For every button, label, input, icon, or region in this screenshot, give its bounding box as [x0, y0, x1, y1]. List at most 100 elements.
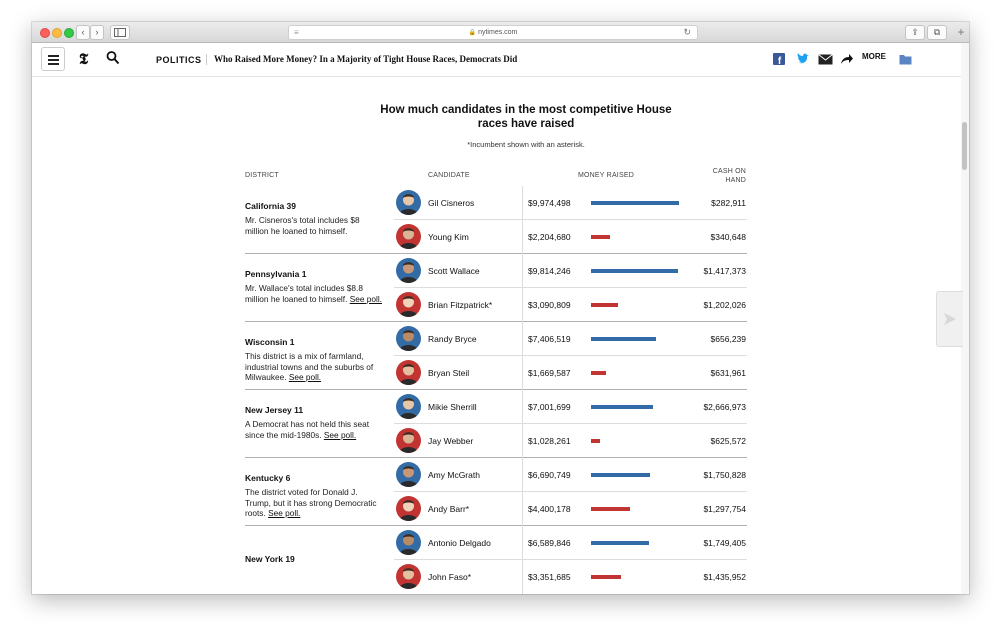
lock-icon: 🔒	[468, 30, 477, 36]
section-label[interactable]: POLITICS	[156, 55, 202, 65]
tabs-overview-button[interactable]: ⧉	[927, 25, 947, 40]
candidate-name: Jay Webber	[428, 436, 474, 446]
cash-on-hand-value: $1,202,026	[703, 300, 746, 310]
graphic-title: How much candidates in the most competit…	[380, 104, 672, 130]
district-description: This district is a mix of farmland, indu…	[245, 351, 385, 383]
cash-on-hand-value: $2,666,973	[703, 402, 746, 412]
scrollbar-thumb[interactable]	[962, 122, 967, 170]
portrait-icon	[399, 364, 418, 385]
save-folder-icon[interactable]	[899, 52, 912, 66]
district-name: Kentucky 6	[245, 473, 291, 483]
reader-icon[interactable]: ≡	[294, 26, 299, 39]
candidate-name: Bryan Steil	[428, 368, 470, 378]
sidebar-icon	[114, 28, 126, 37]
menu-button[interactable]	[41, 47, 65, 71]
money-raised-value: $7,001,699	[528, 402, 571, 412]
candidate-divider	[394, 423, 747, 424]
candidate-photo	[396, 496, 421, 521]
email-icon[interactable]	[818, 52, 833, 66]
twitter-icon[interactable]	[796, 52, 810, 66]
see-poll-link[interactable]: See poll.	[350, 294, 382, 304]
cash-on-hand-value: $625,572	[710, 436, 746, 446]
democrat-money-bar	[591, 473, 650, 477]
minimize-window-button[interactable]	[52, 28, 62, 38]
candidate-photo	[396, 190, 421, 215]
candidate-name: Antonio Delgado	[428, 538, 491, 548]
sidebar-button[interactable]	[110, 25, 130, 40]
tabs-icon: ⧉	[933, 27, 941, 37]
candidate-photo	[396, 224, 421, 249]
race-divider	[245, 389, 747, 390]
portrait-icon	[399, 330, 418, 351]
reload-icon[interactable]: ↻	[683, 26, 691, 39]
cash-on-hand-value: $340,648	[710, 232, 746, 242]
share-icon: ⇪	[911, 27, 919, 37]
candidate-name: Andy Barr*	[428, 504, 470, 514]
portrait-icon	[399, 296, 418, 317]
candidate-photo	[396, 564, 421, 589]
money-raised-value: $9,974,498	[528, 198, 571, 208]
article-headline: Who Raised More Money? In a Majority of …	[214, 54, 518, 64]
candidate-photo	[396, 258, 421, 283]
column-divider	[522, 390, 523, 424]
cash-on-hand-value: $1,435,952	[703, 572, 746, 582]
candidate-name: Brian Fitzpatrick*	[428, 300, 493, 310]
hamburger-icon	[48, 55, 59, 57]
close-window-button[interactable]	[40, 28, 50, 38]
district-description: Mr. Wallace's total includes $8.8 millio…	[245, 283, 385, 304]
money-raised-value: $1,028,261	[528, 436, 571, 446]
democrat-money-bar	[591, 337, 656, 341]
candidate-name: Gil Cisneros	[428, 198, 475, 208]
share-arrow-icon[interactable]	[840, 52, 854, 66]
facebook-icon[interactable]: f	[773, 52, 785, 66]
district-description: Mr. Cisneros's total includes $8 million…	[245, 215, 385, 236]
next-arrow-icon	[944, 313, 956, 325]
candidate-divider	[394, 559, 747, 560]
democrat-money-bar	[591, 541, 649, 545]
cash-on-hand-value: $1,297,754	[703, 504, 746, 514]
column-header-money-raised: MONEY RAISED	[578, 172, 634, 179]
portrait-icon	[399, 398, 418, 419]
portrait-icon	[399, 500, 418, 521]
candidate-name: John Faso*	[428, 572, 471, 582]
forward-button[interactable]: ›	[90, 25, 104, 40]
candidate-divider	[394, 287, 747, 288]
column-header-cash-on-hand: CASH ON HAND	[712, 168, 746, 184]
money-raised-value: $2,204,680	[528, 232, 571, 242]
share-button[interactable]: ⇪	[905, 25, 925, 40]
democrat-money-bar	[591, 405, 653, 409]
see-poll-link[interactable]: See poll.	[289, 372, 321, 382]
money-raised-value: $6,589,846	[528, 538, 571, 548]
description-text: Mr. Wallace's total includes $8.8 millio…	[245, 283, 363, 304]
race-divider	[245, 457, 747, 458]
next-article-button[interactable]	[936, 291, 963, 347]
republican-money-bar	[591, 371, 606, 375]
zoom-window-button[interactable]	[64, 28, 74, 38]
cash-on-hand-value: $1,749,405	[703, 538, 746, 548]
divider	[206, 54, 207, 65]
chevron-right-icon: ›	[95, 27, 99, 37]
portrait-icon	[399, 432, 418, 453]
new-tab-button[interactable]: +	[955, 26, 967, 38]
portrait-icon	[399, 228, 418, 249]
money-raised-value: $1,669,587	[528, 368, 571, 378]
portrait-icon	[399, 534, 418, 555]
see-poll-link[interactable]: See poll.	[268, 508, 300, 518]
more-share-button[interactable]: MORE	[862, 52, 886, 66]
candidate-photo	[396, 326, 421, 351]
back-button[interactable]: ‹	[76, 25, 90, 40]
nyt-logo-icon[interactable]: 𝕿	[79, 50, 88, 68]
portrait-icon	[399, 466, 418, 487]
district-name: California 39	[245, 201, 297, 211]
search-icon[interactable]	[106, 50, 120, 66]
column-divider	[522, 526, 523, 560]
see-poll-link[interactable]: See poll.	[324, 430, 356, 440]
portrait-icon	[399, 194, 418, 215]
money-raised-value: $9,814,246	[528, 266, 571, 276]
column-divider	[522, 322, 523, 356]
site-header: 𝕿 POLITICS Who Raised More Money? In a M…	[32, 43, 961, 77]
candidate-name: Mikie Sherrill	[428, 402, 477, 412]
description-text: The district voted for Donald J. Trump, …	[245, 487, 377, 519]
incumbent-note: *Incumbent shown with an asterisk.	[467, 140, 585, 149]
address-bar[interactable]: ≡ 🔒 nytimes.com ↻	[288, 25, 698, 40]
